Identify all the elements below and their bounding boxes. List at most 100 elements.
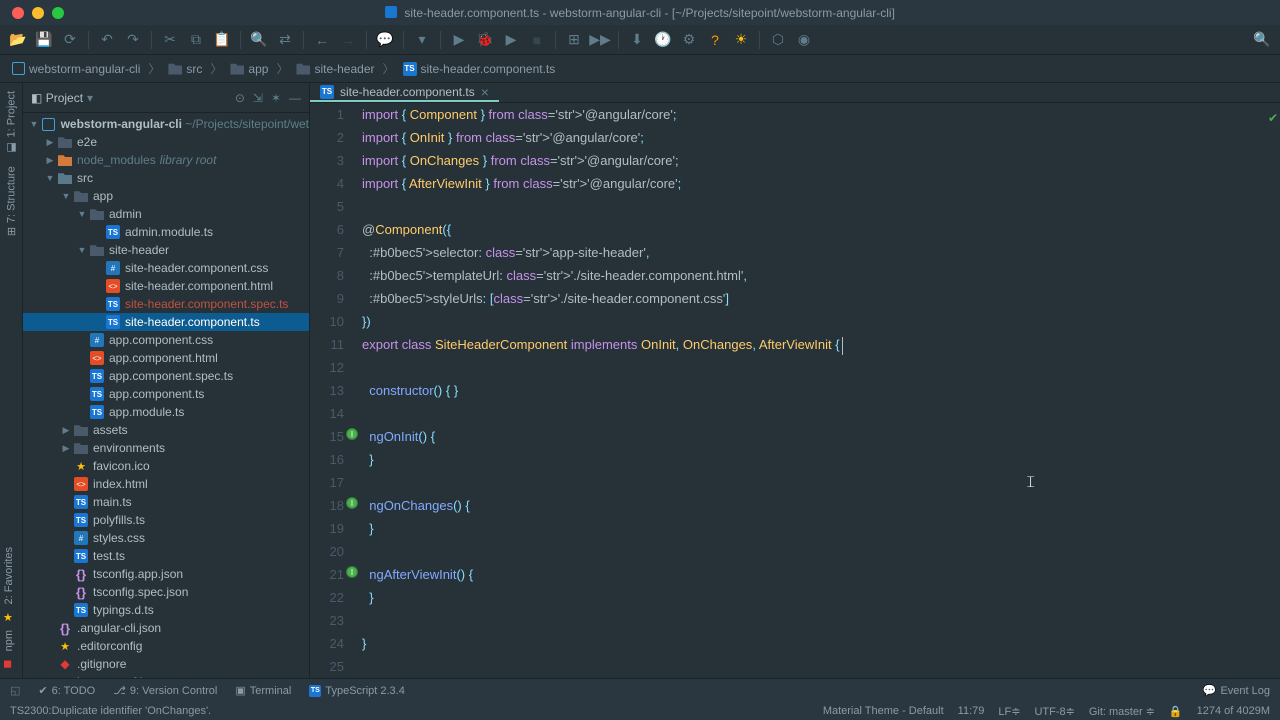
breadcrumb-folder[interactable]: src <box>164 60 206 78</box>
npm-icon[interactable]: ◼ <box>3 657 15 670</box>
maximize-window[interactable] <box>52 7 64 19</box>
tree-item[interactable]: <>index.html <box>23 475 309 493</box>
panel-dropdown-icon[interactable]: ▾ <box>87 91 93 105</box>
structure-tool-button[interactable]: ⊞7: Structure <box>5 166 18 236</box>
tree-item[interactable]: TSmain.ts <box>23 493 309 511</box>
hide-icon[interactable]: — <box>289 91 301 105</box>
npm-tool-button[interactable]: npm <box>3 630 15 651</box>
angular-icon[interactable]: ⬡ <box>768 30 788 50</box>
vcs-tool-button[interactable]: ⎇ 9: Version Control <box>113 684 217 697</box>
tree-item[interactable]: ▼app <box>23 187 309 205</box>
git-branch[interactable]: Git: master ≑ <box>1089 705 1155 718</box>
tree-item[interactable]: ◆.gitignore <box>23 655 309 673</box>
undo-icon[interactable]: ↶ <box>97 30 117 50</box>
interface-marker-icon[interactable]: I <box>346 497 358 509</box>
help-icon[interactable]: ? <box>705 30 725 50</box>
tree-item[interactable]: TSapp.module.ts <box>23 403 309 421</box>
refresh-icon[interactable]: ⟳ <box>60 30 80 50</box>
copy-icon[interactable]: ⧉ <box>186 30 206 50</box>
tree-item[interactable]: TStest.ts <box>23 547 309 565</box>
tree-item[interactable]: ▼admin <box>23 205 309 223</box>
tree-item[interactable]: #app.component.css <box>23 331 309 349</box>
tree-item[interactable]: TSadmin.module.ts <box>23 223 309 241</box>
tree-item[interactable]: #styles.css <box>23 529 309 547</box>
interface-marker-icon[interactable]: I <box>346 428 358 440</box>
tree-item[interactable]: ★favicon.ico <box>23 457 309 475</box>
close-window[interactable] <box>12 7 24 19</box>
star-icon[interactable]: ★ <box>3 611 15 624</box>
tree-item[interactable]: ▶assets <box>23 421 309 439</box>
memory-indicator[interactable]: 1274 of 4029M <box>1197 705 1270 717</box>
expand-arrow-icon[interactable]: ▼ <box>27 119 41 129</box>
breadcrumb-file[interactable]: TSsite-header.component.ts <box>399 60 560 78</box>
tree-item[interactable]: TStypings.d.ts <box>23 601 309 619</box>
cut-icon[interactable]: ✂ <box>160 30 180 50</box>
paste-icon[interactable]: 📋 <box>212 30 232 50</box>
vcs-update-icon[interactable]: ⬇ <box>627 30 647 50</box>
tree-item[interactable]: {}tsconfig.app.json <box>23 565 309 583</box>
tree-item[interactable]: TSsite-header.component.ts <box>23 313 309 331</box>
project-tool-button[interactable]: ◧1: Project <box>5 91 18 154</box>
tree-item[interactable]: <>app.component.html <box>23 349 309 367</box>
vcs-history-icon[interactable]: 🕐 <box>653 30 673 50</box>
tree-item[interactable]: {}tsconfig.spec.json <box>23 583 309 601</box>
tree-item[interactable]: TSpolyfills.ts <box>23 511 309 529</box>
tree-item[interactable]: TSsite-header.component.spec.ts <box>23 295 309 313</box>
run-icon[interactable]: ▶ <box>449 30 469 50</box>
code-editor[interactable]: 1234567891011121314151617181920212223242… <box>310 103 1280 678</box>
inspection-ok-icon[interactable]: ✔ <box>1266 107 1280 130</box>
tree-item[interactable]: ▶environments <box>23 439 309 457</box>
tree-item[interactable]: TSapp.component.spec.ts <box>23 367 309 385</box>
forward-icon[interactable]: → <box>338 30 358 50</box>
theme-indicator[interactable]: Material Theme - Default <box>823 705 944 717</box>
tool-windows-icon[interactable]: ◱ <box>10 684 20 697</box>
favorites-tool-button[interactable]: 2: Favorites <box>3 547 15 604</box>
tree-item[interactable]: {}.angular-cli.json <box>23 619 309 637</box>
stop-icon[interactable]: ■ <box>527 30 547 50</box>
locate-icon[interactable]: ⊙ <box>235 91 245 105</box>
search-icon[interactable]: 🔍 <box>249 30 269 50</box>
tree-item[interactable]: ▶e2e <box>23 133 309 151</box>
tree-item[interactable]: #site-header.component.css <box>23 259 309 277</box>
tree-item[interactable]: ▼src <box>23 169 309 187</box>
breadcrumb-folder[interactable]: app <box>226 60 272 78</box>
save-icon[interactable]: 💾 <box>34 30 54 50</box>
redo-icon[interactable]: ↷ <box>123 30 143 50</box>
back-icon[interactable]: ← <box>312 30 332 50</box>
debug-icon[interactable]: 🐞 <box>475 30 495 50</box>
open-file-icon[interactable]: 📂 <box>8 30 28 50</box>
run-config-dropdown[interactable]: ▾ <box>412 30 432 50</box>
close-tab-icon[interactable]: × <box>481 84 489 100</box>
ide-settings-icon[interactable]: ☀ <box>731 30 751 50</box>
coverage-icon[interactable]: ▶ <box>501 30 521 50</box>
settings-icon[interactable]: ✶ <box>271 91 281 105</box>
tree-item[interactable]: TSapp.component.ts <box>23 385 309 403</box>
collapse-all-icon[interactable]: ⇲ <box>253 91 263 105</box>
search-everywhere-icon[interactable]: 🔍 <box>1252 30 1272 50</box>
tree-item[interactable]: <>site-header.component.html <box>23 277 309 295</box>
breadcrumb-project[interactable]: webstorm-angular-cli <box>8 60 144 78</box>
replace-icon[interactable]: ⇄ <box>275 30 295 50</box>
tree-root[interactable]: ▼ webstorm-angular-cli ~/Projects/sitepo… <box>23 115 309 133</box>
project-tree[interactable]: ▼ webstorm-angular-cli ~/Projects/sitepo… <box>23 113 309 678</box>
settings-icon[interactable]: ⚙ <box>679 30 699 50</box>
cursor-position[interactable]: 11:79 <box>958 705 985 717</box>
breadcrumb-folder[interactable]: site-header <box>292 60 378 78</box>
tree-item[interactable]: ▼site-header <box>23 241 309 259</box>
code-with-me-icon[interactable]: 💬 <box>375 30 395 50</box>
tree-item[interactable]: ✸Kkarma.conf.js <box>23 673 309 678</box>
interface-marker-icon[interactable]: I <box>346 566 358 578</box>
lock-icon[interactable]: 🔒 <box>1169 705 1183 718</box>
terminal-tool-button[interactable]: ▣ Terminal <box>235 684 291 697</box>
run-anything-icon[interactable]: ▶▶ <box>590 30 610 50</box>
tree-item[interactable]: ▶node_moduleslibrary root <box>23 151 309 169</box>
todo-tool-button[interactable]: ✔ 6: TODO <box>38 684 95 697</box>
typescript-tool-button[interactable]: TS TypeScript 2.3.4 <box>309 685 405 697</box>
bookmark-icon[interactable]: ◉ <box>794 30 814 50</box>
tree-item[interactable]: ★.editorconfig <box>23 637 309 655</box>
event-log-button[interactable]: 💬 Event Log <box>1203 684 1270 697</box>
file-encoding[interactable]: UTF-8≑ <box>1034 705 1074 718</box>
line-separator[interactable]: LF≑ <box>998 705 1020 718</box>
editor-tab[interactable]: TS site-header.component.ts × <box>310 83 499 102</box>
new-scratch-icon[interactable]: ⊞ <box>564 30 584 50</box>
